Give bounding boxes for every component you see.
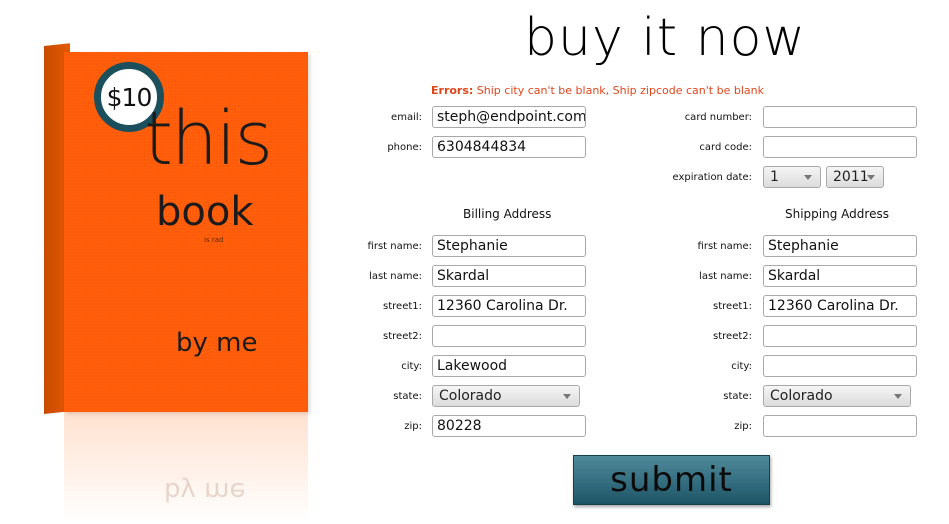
shipping-state-label: state: xyxy=(723,391,752,402)
shipping-last-name-label: last name: xyxy=(699,271,752,282)
book-reflection-text: by me xyxy=(164,476,246,506)
shipping-last-name-field[interactable]: Skardal xyxy=(763,265,917,287)
billing-first-name-field[interactable]: Stephanie xyxy=(432,235,586,257)
billing-street1-label: street1: xyxy=(383,301,422,312)
chevron-down-icon xyxy=(804,175,812,180)
billing-city-field[interactable]: Lakewood xyxy=(432,355,586,377)
chevron-down-icon xyxy=(867,175,875,180)
billing-state-select[interactable]: Colorado xyxy=(432,385,580,407)
billing-street2-label: street2: xyxy=(383,331,422,342)
shipping-city-field[interactable] xyxy=(763,355,917,377)
expiration-month-value: 1 xyxy=(770,169,779,185)
shipping-city-label: city: xyxy=(731,361,752,372)
chevron-down-icon xyxy=(894,394,902,399)
book-title-line2: book xyxy=(156,189,254,235)
billing-state-label: state: xyxy=(393,391,422,402)
book-tagline: is rad xyxy=(204,236,224,244)
shipping-first-name-label: first name: xyxy=(697,241,752,252)
shipping-street1-label: street1: xyxy=(713,301,752,312)
book-author: by me xyxy=(176,328,258,358)
expiration-year-select[interactable]: 2011 xyxy=(826,166,884,188)
expiration-month-select[interactable]: 1 xyxy=(763,166,821,188)
billing-last-name-field[interactable]: Skardal xyxy=(432,265,586,287)
shipping-first-name-field[interactable]: Stephanie xyxy=(763,235,917,257)
shipping-state-select[interactable]: Colorado xyxy=(763,385,911,407)
email-label: email: xyxy=(391,112,422,123)
submit-button[interactable]: submit xyxy=(573,455,770,505)
billing-zip-field[interactable]: 80228 xyxy=(432,415,586,437)
chevron-down-icon xyxy=(563,394,571,399)
billing-street1-field[interactable]: 12360 Carolina Dr. xyxy=(432,295,586,317)
card-code-field[interactable] xyxy=(763,136,917,158)
shipping-street2-field[interactable] xyxy=(763,325,917,347)
phone-label: phone: xyxy=(387,142,422,153)
expiration-date-label: expiration date: xyxy=(672,172,752,183)
error-label: Errors: xyxy=(431,84,474,97)
shipping-zip-field[interactable] xyxy=(763,415,917,437)
book-cover: $10 this book is rad by me xyxy=(64,52,308,412)
shipping-zip-label: zip: xyxy=(734,421,752,432)
billing-zip-label: zip: xyxy=(404,421,422,432)
billing-last-name-label: last name: xyxy=(369,271,422,282)
card-number-field[interactable] xyxy=(763,106,917,128)
error-text: Ship city can't be blank, Ship zipcode c… xyxy=(476,84,764,97)
shipping-street2-label: street2: xyxy=(713,331,752,342)
phone-field[interactable]: 6304844834 xyxy=(432,136,586,158)
billing-city-label: city: xyxy=(401,361,422,372)
book-reflection: by me xyxy=(64,412,308,522)
shipping-state-value: Colorado xyxy=(770,388,833,404)
email-field[interactable]: steph@endpoint.com xyxy=(432,106,586,128)
shipping-street1-field[interactable]: 12360 Carolina Dr. xyxy=(763,295,917,317)
billing-first-name-label: first name: xyxy=(367,241,422,252)
expiration-year-value: 2011 xyxy=(833,169,869,185)
billing-state-value: Colorado xyxy=(439,388,502,404)
book-title-line1: this xyxy=(144,96,273,182)
error-message: Errors: Ship city can't be blank, Ship z… xyxy=(431,84,764,97)
shipping-address-heading: Shipping Address xyxy=(785,207,889,221)
billing-address-heading: Billing Address xyxy=(463,207,552,221)
card-number-label: card number: xyxy=(684,112,752,123)
page-title: buy it now xyxy=(524,8,806,68)
card-code-label: card code: xyxy=(699,142,752,153)
billing-street2-field[interactable] xyxy=(432,325,586,347)
product-book-image: $10 this book is rad by me by me xyxy=(40,38,325,522)
